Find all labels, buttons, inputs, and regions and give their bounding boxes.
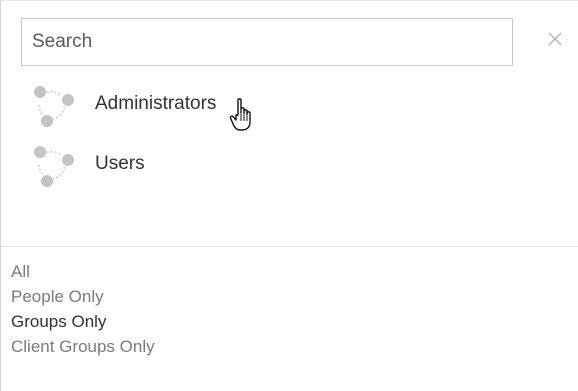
result-item-administrators[interactable]: Administrators <box>29 81 549 129</box>
filter-client-groups-only[interactable]: Client Groups Only <box>11 334 155 359</box>
filter-people-only[interactable]: People Only <box>11 284 155 309</box>
filter-list: All People Only Groups Only Client Group… <box>11 259 155 359</box>
filter-all[interactable]: All <box>11 259 155 284</box>
filter-groups-only[interactable]: Groups Only <box>11 309 155 334</box>
close-icon[interactable] <box>543 27 567 51</box>
divider <box>1 246 578 247</box>
user-group-picker-panel: Administrators Users All People Only Gro… <box>0 0 578 391</box>
group-icon <box>34 86 74 127</box>
group-icon <box>34 146 74 187</box>
search-input[interactable] <box>21 18 513 66</box>
result-item-label: Users <box>95 153 145 174</box>
result-item-users[interactable]: Users <box>29 141 549 189</box>
result-item-label: Administrators <box>95 93 217 114</box>
